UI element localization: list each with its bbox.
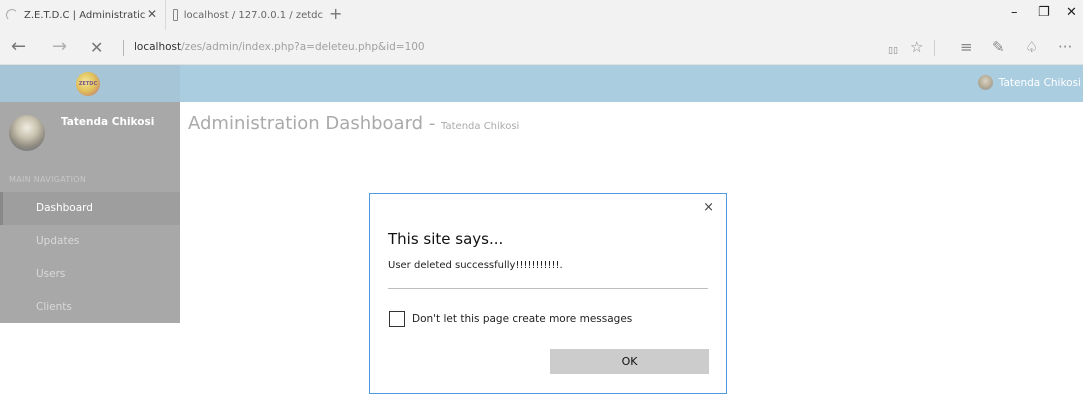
loading-icon [6,9,18,21]
dialog-close-icon[interactable]: × [703,201,714,214]
sidebar-item-updates[interactable]: Updates [0,225,180,258]
maximize-button[interactable]: ❐ [1038,6,1050,20]
new-tab-button[interactable]: + [329,5,342,23]
favorite-star-icon[interactable]: ☆ [910,38,923,56]
app-header: ZETDC Tatenda Chikosi [0,65,1083,102]
back-arrow-icon[interactable]: ← [11,37,26,57]
sidebar-item-users[interactable]: Users [0,258,180,291]
dialog-divider [388,288,708,289]
alert-dialog: × This site says... User deleted success… [369,193,727,394]
tab-zetdc-admin[interactable]: Z.E.T.D.C | Administratic ✕ [0,0,166,30]
page-title-text: Administration Dashboard [188,113,424,134]
logo-container[interactable]: ZETDC [0,65,180,102]
url-path: /zes/admin/index.php?a=deleteu.php&id=10… [181,41,425,53]
page-subtitle: Tatenda Chikosi [441,121,520,132]
tab-phpmyadmin[interactable]: localhost / 127.0.0.1 / zetdc [167,0,323,30]
dialog-message: User deleted successfully!!!!!!!!!!!. [388,260,563,271]
sidebar-item-clients[interactable]: Clients [0,291,180,324]
zetdc-logo: ZETDC [76,72,100,96]
sidebar-item-dashboard[interactable]: Dashboard [0,192,180,225]
web-note-icon[interactable]: ✎ [992,38,1005,56]
user-avatar-small [977,75,993,90]
page-icon [173,9,178,21]
address-bar-row: ← → ✕ localhost/zes/admin/index.php?a=de… [0,30,1083,65]
page-title-separator: - [423,113,442,134]
suppress-messages-label[interactable]: Don't let this page create more messages [412,313,632,325]
nav-header: MAIN NAVIGATION [9,175,87,184]
tab-title: Z.E.T.D.C | Administratic [24,9,146,21]
more-options-icon[interactable]: ··· [1058,38,1072,56]
header-user-name: Tatenda Chikosi [998,76,1081,89]
tab-close-icon[interactable]: ✕ [147,8,157,20]
window-close-button[interactable]: ✕ [1066,6,1077,20]
minimize-button[interactable]: – [1011,6,1018,20]
reading-view-icon[interactable]: ▯▯ [888,42,898,60]
profile-avatar [9,115,45,151]
ok-button[interactable]: OK [550,349,709,374]
profile-name: Tatenda Chikosi [61,116,155,128]
url-divider [123,40,124,56]
url-field[interactable]: localhost/zes/admin/index.php?a=deleteu.… [134,41,425,53]
dialog-title: This site says... [388,230,504,248]
page-title: Administration Dashboard - Tatenda Chiko… [188,113,519,134]
url-host: localhost [134,41,182,53]
user-menu[interactable]: Tatenda Chikosi [977,75,1081,90]
share-icon[interactable]: ♤ [1025,38,1038,56]
hub-icon[interactable]: ≡ [960,38,973,56]
forward-arrow-icon[interactable]: → [52,37,67,57]
tab-title: localhost / 127.0.0.1 / zetdc [183,9,323,21]
toolbar-divider [934,40,935,56]
sidebar: Tatenda Chikosi MAIN NAVIGATION Dashboar… [0,102,180,323]
suppress-messages-checkbox[interactable] [389,311,405,327]
browser-tab-bar: Z.E.T.D.C | Administratic ✕ localhost / … [0,0,1083,30]
stop-loading-icon[interactable]: ✕ [90,38,103,58]
